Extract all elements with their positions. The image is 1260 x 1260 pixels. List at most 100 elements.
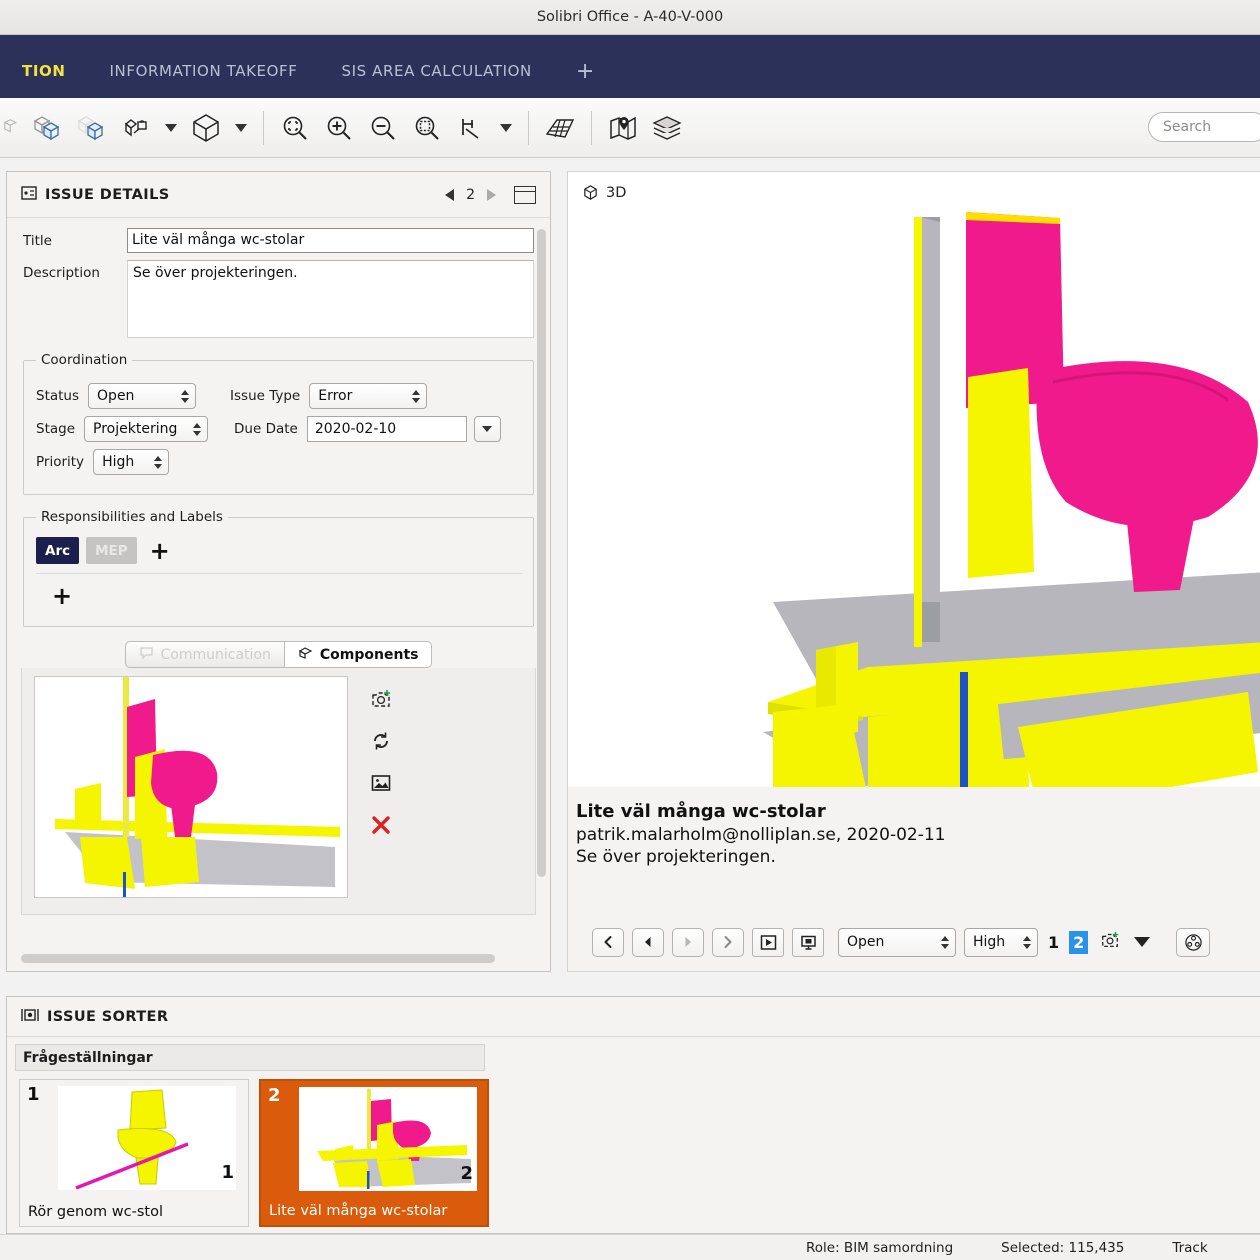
add-snapshot-icon[interactable] [368, 686, 394, 712]
priority-select[interactable]: High [93, 449, 170, 475]
chevron-updown-icon [1023, 935, 1031, 949]
view-cube-dropdown-icon[interactable] [228, 106, 254, 150]
add-label-button[interactable]: + [144, 539, 176, 563]
issue-group-header[interactable]: Frågeställningar [15, 1044, 485, 1071]
grid-icon[interactable] [538, 106, 582, 150]
tab-checking[interactable]: TION [0, 62, 88, 98]
selection-basket-empty-icon[interactable] [70, 106, 114, 150]
issue-details-icon [21, 185, 37, 204]
issue-details-tabs: Communication Components [23, 641, 534, 668]
chevron-down-icon[interactable] [1134, 937, 1151, 947]
tab-sis-area-calculation[interactable]: SIS AREA CALCULATION [320, 62, 554, 98]
nav-priority-select[interactable]: High [964, 927, 1038, 957]
issue-card-caption: Rör genom wc-stol [28, 1204, 163, 1220]
communication-icon [139, 646, 154, 664]
title-row: Title Lite väl många wc-stolar [23, 228, 534, 253]
nav-status-select[interactable]: Open [838, 927, 956, 957]
next-issue-button[interactable] [487, 188, 496, 201]
priority-value: High [102, 454, 135, 470]
status-select[interactable]: Open [88, 383, 197, 409]
chevron-updown-icon [941, 935, 949, 949]
next-issue-icon[interactable] [672, 927, 704, 957]
component-lock-dropdown-icon[interactable] [158, 106, 184, 150]
add-tab-button[interactable]: + [554, 59, 617, 98]
map-icon[interactable] [601, 106, 645, 150]
add-snapshot-icon[interactable] [1100, 930, 1120, 954]
previous-issue-icon[interactable] [632, 927, 664, 957]
status-row: Status Open Issue Type Error [36, 383, 523, 409]
section-icon[interactable] [449, 106, 493, 150]
issue-card-thumbnail [58, 1086, 236, 1190]
coordination-group: Coordination Status Open Issue Type Erro… [23, 352, 534, 495]
previous-issue-button[interactable] [445, 188, 455, 201]
chevron-updown-icon [154, 455, 163, 469]
status-role: Role: BIM samordning [806, 1239, 954, 1256]
issue-details-title: ISSUE DETAILS [45, 186, 170, 203]
issue-sorter-title: ISSUE SORTER [47, 1008, 169, 1025]
stage-select[interactable]: Projektering [84, 416, 209, 442]
first-issue-icon[interactable] [592, 927, 624, 957]
view-cube-icon[interactable] [184, 106, 228, 150]
image-icon[interactable] [368, 770, 394, 796]
zoom-fit-icon[interactable] [273, 106, 317, 150]
responsibilities-legend: Responsibilities and Labels [41, 509, 223, 525]
slide-page-2[interactable]: 2 [1069, 930, 1089, 954]
issue-card-1[interactable]: 1 1 Rör genom wc-stol [19, 1079, 249, 1227]
component-lock-icon[interactable] [114, 106, 158, 150]
section-dropdown-icon[interactable] [493, 106, 519, 150]
label-chip-mep[interactable]: MEP [86, 537, 137, 564]
tab-communication-label: Communication [160, 646, 271, 663]
tab-components[interactable]: Components [284, 641, 433, 668]
layers-icon[interactable] [645, 106, 689, 150]
issue-card-number: 1 [27, 1084, 40, 1105]
issue-info-body: Se över projekteringen. [576, 847, 776, 867]
due-date-calendar-button[interactable] [473, 416, 501, 442]
components-thumbnail-area [21, 668, 536, 915]
issue-details-horizontal-scrollbar[interactable] [21, 954, 495, 963]
toolbar-separator-1 [263, 110, 264, 145]
issue-sorter-header: ISSUE SORTER [7, 997, 1260, 1037]
add-assignee-button[interactable]: + [46, 582, 78, 610]
issue-type-select[interactable]: Error [309, 383, 428, 409]
zoom-area-icon[interactable] [405, 106, 449, 150]
issue-card-caption: Lite väl många wc-stolar [269, 1203, 448, 1219]
issue-info-meta: patrik.malarholm@nolliplan.se, 2020-02-1… [576, 825, 946, 845]
thumbnail-actions [368, 676, 394, 838]
zoom-in-icon[interactable] [317, 106, 361, 150]
issue-index-label: 2 [466, 186, 475, 203]
refresh-icon[interactable] [368, 728, 394, 754]
description-textarea[interactable]: Se över projekteringen. [127, 260, 534, 338]
play-icon[interactable] [752, 927, 784, 957]
selection-basket-icon[interactable] [26, 106, 70, 150]
tab-information-takeoff[interactable]: INFORMATION TAKEOFF [88, 62, 320, 98]
title-label: Title [23, 233, 52, 249]
status-value: Open [97, 388, 135, 404]
issue-navigation-bar: Open High 1 2 [568, 912, 1260, 971]
title-input[interactable]: Lite väl många wc-stolar [127, 228, 534, 253]
panel-layout-button[interactable] [514, 185, 536, 204]
3d-model-canvas[interactable] [568, 172, 1260, 787]
issue-sorter-panel: ISSUE SORTER Frågeställningar 1 1 Rör ge… [6, 996, 1260, 1234]
nav-status-value: Open [847, 934, 885, 950]
delete-icon[interactable] [368, 812, 394, 838]
priority-label: Priority [36, 454, 85, 470]
issue-card-2[interactable]: 2 2 Lite väl många wc-stolar [259, 1079, 489, 1227]
responsibilities-group: Responsibilities and Labels Arc MEP + + [23, 509, 534, 627]
due-date-input[interactable]: 2020-02-10 [306, 416, 467, 442]
search-input[interactable]: Search [1148, 112, 1260, 142]
nav-priority-value: High [973, 934, 1006, 950]
slide-page-1[interactable]: 1 [1046, 933, 1061, 952]
issue-card-thumbnail [299, 1087, 477, 1191]
issue-info-title: Lite väl många wc-stolar [576, 801, 826, 822]
component-grid-icon[interactable] [1176, 927, 1211, 957]
status-tracking: Track [1172, 1239, 1208, 1256]
last-issue-icon[interactable] [712, 927, 744, 957]
label-chip-arc[interactable]: Arc [36, 537, 80, 564]
model-tree-icon[interactable] [0, 106, 26, 150]
due-date-label: Due Date [234, 421, 298, 437]
zoom-out-icon[interactable] [361, 106, 405, 150]
tab-communication[interactable]: Communication [124, 641, 285, 668]
issue-thumbnail[interactable] [34, 676, 348, 898]
presentation-icon[interactable] [792, 927, 824, 957]
toolbar-separator-3 [591, 110, 592, 145]
